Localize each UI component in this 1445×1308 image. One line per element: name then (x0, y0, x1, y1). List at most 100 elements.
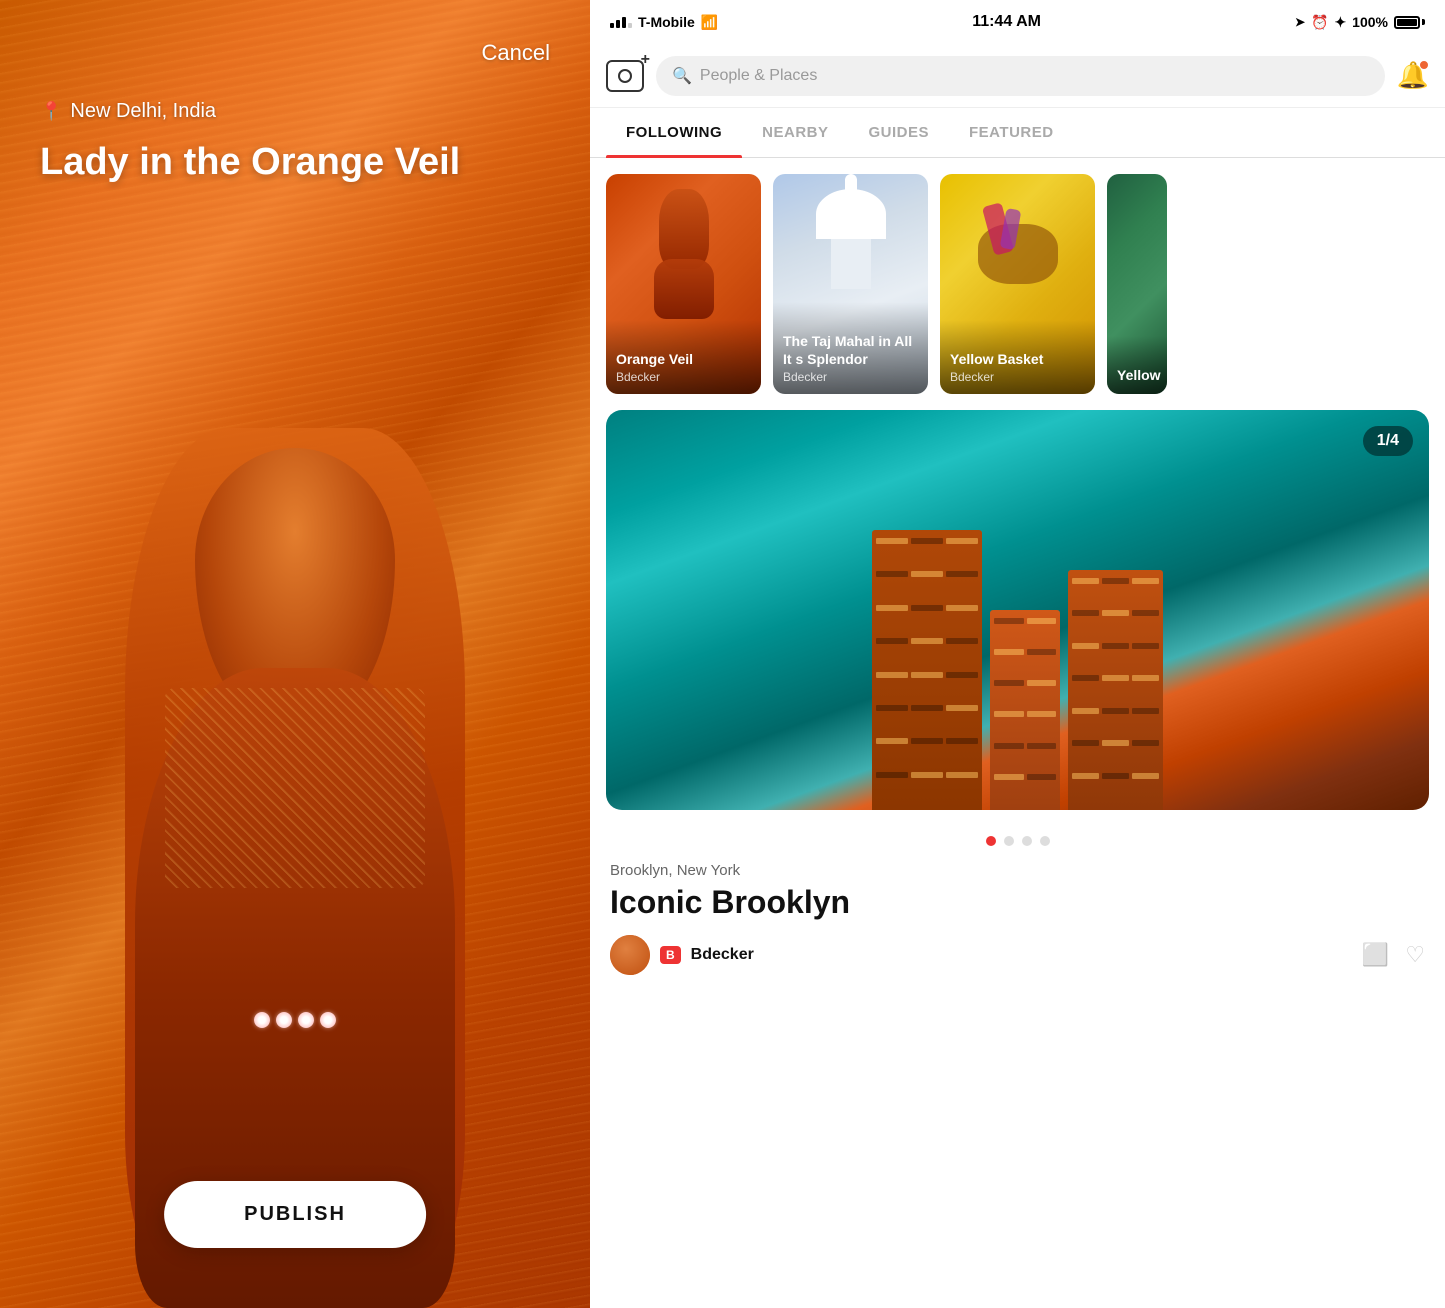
bar-4 (628, 23, 632, 28)
flower-1 (254, 1012, 270, 1028)
status-left: T-Mobile 📶 (610, 14, 718, 31)
notification-dot (1419, 60, 1429, 70)
window-row (994, 649, 1056, 677)
avatar-inner (610, 935, 650, 975)
tab-nearby[interactable]: NEARBY (742, 108, 848, 157)
card-taj-mahal[interactable]: The Taj Mahal in All It s Splendor Bdeck… (773, 174, 928, 394)
window (1027, 649, 1057, 655)
flower-3 (298, 1012, 314, 1028)
window (994, 743, 1024, 749)
window-row (1072, 740, 1159, 769)
figure-silhouette (105, 408, 485, 1308)
action-icons: ⬜ ♡ (1362, 942, 1425, 968)
card-1-label: Orange Veil Bdecker (606, 320, 761, 394)
flower-2 (276, 1012, 292, 1028)
location-pin-icon: 📍 (40, 101, 62, 122)
window-row (1072, 610, 1159, 639)
window (1027, 774, 1057, 780)
building-1-windows (876, 538, 978, 802)
window (946, 738, 978, 744)
window (1102, 578, 1129, 584)
window (1072, 675, 1099, 681)
bluetooth-icon: ✦ (1334, 14, 1346, 31)
window-row (994, 774, 1056, 802)
battery-percent: 100% (1352, 14, 1388, 30)
signal-bars-icon (610, 17, 632, 28)
search-placeholder-text: People & Places (700, 67, 817, 85)
card-yellow-basket[interactable]: Yellow Basket Bdecker (940, 174, 1095, 394)
camera-icon (606, 60, 644, 92)
location-arrow-icon: ➤ (1295, 15, 1305, 29)
window (911, 772, 943, 778)
window (994, 711, 1024, 717)
window (1102, 740, 1129, 746)
window (876, 672, 908, 678)
window (1102, 773, 1129, 779)
window (1072, 740, 1099, 746)
camera-lens-icon (618, 69, 632, 83)
search-header: + 🔍 People & Places 🔔 (590, 44, 1445, 108)
card-1-title: Orange Veil (616, 350, 751, 368)
window-row (876, 538, 978, 568)
window (1132, 643, 1159, 649)
share-icon[interactable]: ⬜ (1362, 942, 1389, 968)
publish-button[interactable]: PUBLISH (164, 1181, 426, 1248)
notification-button[interactable]: 🔔 (1397, 60, 1429, 91)
post-title: Iconic Brooklyn (610, 883, 1425, 921)
card-orange-veil[interactable]: Orange Veil Bdecker (606, 174, 761, 394)
window-row (876, 772, 978, 802)
window (946, 638, 978, 644)
tab-guides[interactable]: GUIDES (849, 108, 950, 157)
buildings (606, 490, 1429, 810)
camera-plus-icon: + (641, 52, 650, 68)
featured-card[interactable]: 1/4 (606, 410, 1429, 810)
author-avatar (610, 935, 650, 975)
window (946, 605, 978, 611)
window (876, 638, 908, 644)
camera-button[interactable]: + (606, 60, 644, 92)
building-3 (1068, 570, 1163, 810)
window-row (1072, 773, 1159, 802)
post-info: Brooklyn, New York Iconic Brooklyn B Bde… (590, 862, 1445, 987)
window (1072, 643, 1099, 649)
window (911, 705, 943, 711)
window-row (1072, 578, 1159, 607)
window (1027, 680, 1057, 686)
status-bar: T-Mobile 📶 11:44 AM ➤ ⏰ ✦ 100% (590, 0, 1445, 44)
window-row (994, 743, 1056, 771)
card-2-author: Bdecker (783, 370, 918, 384)
window (911, 605, 943, 611)
heart-icon[interactable]: ♡ (1405, 942, 1425, 968)
building-3-windows (1072, 578, 1159, 802)
card-3-basket (978, 204, 1058, 284)
window-row (876, 705, 978, 735)
window (911, 571, 943, 577)
dot-4[interactable] (1040, 836, 1050, 846)
battery-icon (1394, 16, 1425, 29)
dot-2[interactable] (1004, 836, 1014, 846)
search-bar[interactable]: 🔍 People & Places (656, 56, 1385, 96)
tab-featured[interactable]: FEATURED (949, 108, 1074, 157)
card-3-label: Yellow Basket Bdecker (940, 320, 1095, 394)
window (876, 772, 908, 778)
author-badge: B (660, 946, 681, 964)
window (876, 571, 908, 577)
window-row (876, 638, 978, 668)
tab-following[interactable]: FOLLOWING (606, 108, 742, 157)
dot-3[interactable] (1022, 836, 1032, 846)
window (1072, 708, 1099, 714)
cancel-button[interactable]: Cancel (482, 40, 550, 66)
window-row (1072, 708, 1159, 737)
battery-cap (1422, 19, 1425, 25)
window (911, 638, 943, 644)
window-row (876, 672, 978, 702)
cards-row: Orange Veil Bdecker The Taj Mahal in All… (590, 158, 1445, 410)
window (911, 672, 943, 678)
arch-body (831, 239, 871, 289)
dot-1[interactable] (986, 836, 996, 846)
tabs-bar: FOLLOWING NEARBY GUIDES FEATURED (590, 108, 1445, 158)
window (911, 738, 943, 744)
card-4-partial[interactable]: Yellow (1107, 174, 1167, 394)
window (946, 705, 978, 711)
counter-badge: 1/4 (1363, 426, 1413, 456)
